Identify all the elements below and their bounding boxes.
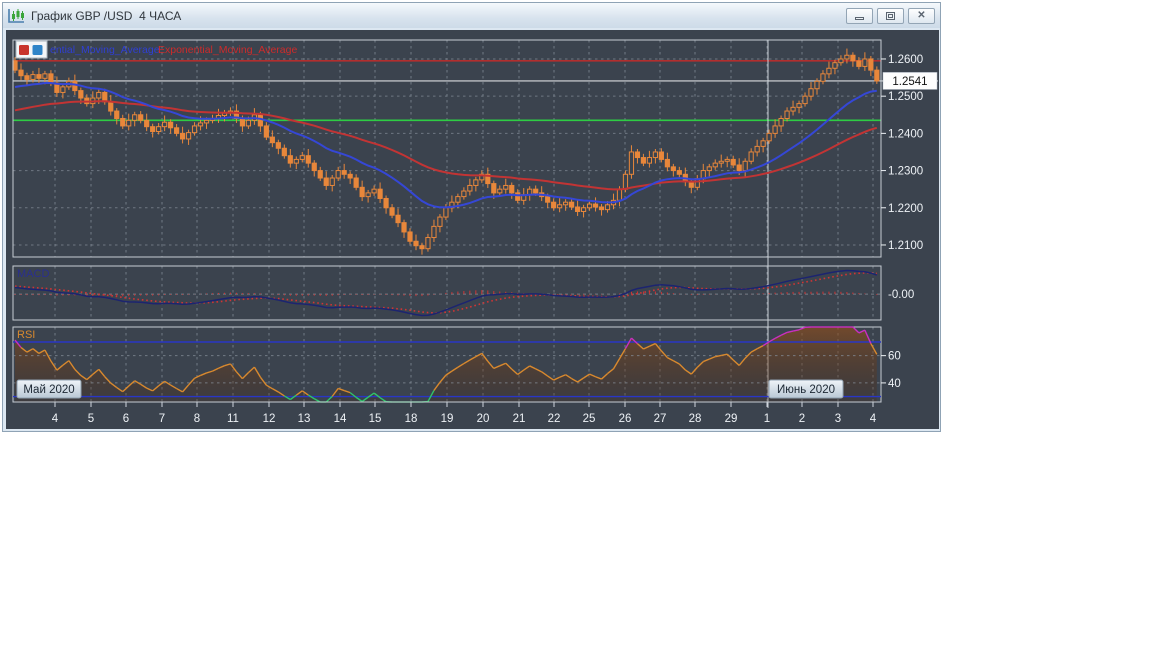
month-label-june: Июнь 2020 (768, 379, 844, 399)
date-label: 5 (88, 413, 94, 425)
price-tick-label: 1.2500 (888, 91, 923, 103)
chart-canvas[interactable]: 1.2600 1.2500 1.2400 1.2300 1.2200 1.2100 1.25… (6, 30, 939, 429)
date-label: 8 (194, 413, 200, 425)
date-label: 7 (159, 413, 165, 425)
date-label: 15 (369, 413, 382, 425)
price-tick-label: 1.2200 (888, 203, 923, 215)
date-label: 19 (441, 413, 454, 425)
legend-chip-blue[interactable] (32, 45, 43, 55)
ema-slow-line (14, 100, 878, 191)
rsi-tick-label: 60 (888, 351, 901, 363)
legend: ential_Moving_AverageExponential_Moving_… (15, 40, 297, 59)
desktop: { "window": { "title": "График GBP /USD … (0, 0, 1152, 648)
restore-icon (886, 11, 895, 20)
rsi-area-fill (15, 327, 877, 402)
candlestick-chart-icon (8, 8, 24, 23)
date-label: 27 (654, 413, 667, 425)
title-bar[interactable]: График GBP /USD 4 ЧАСА ✕ (3, 3, 940, 28)
date-label: 6 (123, 413, 129, 425)
legend-chip-red[interactable] (19, 45, 29, 55)
month-label-may: Май 2020 (16, 379, 82, 399)
window-title: График GBP /USD 4 ЧАСА (31, 8, 182, 23)
date-label: 29 (725, 413, 738, 425)
price-axis: 1.2600 1.2500 1.2400 1.2300 1.2200 1.2100 1.25… (881, 54, 938, 390)
date-label: 14 (334, 413, 347, 425)
macd-label: MACD (17, 268, 49, 280)
candlestick-series (12, 48, 880, 255)
date-label: 22 (548, 413, 561, 425)
date-label: 25 (583, 413, 596, 425)
date-label: 20 (477, 413, 490, 425)
restore-button[interactable] (877, 7, 904, 24)
date-label: 26 (619, 413, 632, 425)
svg-text:Май 2020: Май 2020 (23, 384, 74, 396)
price-tick-label: 1.2100 (888, 240, 923, 252)
close-icon: ✕ (917, 9, 926, 21)
minimize-button[interactable] (846, 7, 873, 24)
date-label: 11 (227, 413, 239, 425)
legend-slow-label: Exponential_Moving_Average (158, 44, 297, 56)
date-label: 28 (689, 413, 702, 425)
date-label: 4 (52, 413, 59, 425)
current-price-text: 1.2541 (892, 76, 927, 88)
price-tick-label: 1.2300 (888, 166, 923, 178)
close-button[interactable]: ✕ (908, 7, 935, 24)
minimize-icon (855, 17, 864, 20)
date-label: 21 (513, 413, 526, 425)
price-tick-label: 1.2400 (888, 128, 923, 140)
gridlines (13, 40, 881, 402)
chart-window: График GBP /USD 4 ЧАСА ✕ 1.2600 1.2500 1.2… (2, 2, 941, 432)
time-axis: 4 5 6 7 8 11 12 13 14 15 18 19 20 21 22 25 26 27 28 29 1 2 3 4 (13, 401, 881, 425)
legend-fast-label: ential_Moving_Average (50, 44, 160, 56)
rsi-label: RSI (17, 329, 35, 341)
date-label: 2 (799, 413, 805, 425)
date-label: 13 (298, 413, 311, 425)
date-label: 18 (405, 413, 418, 425)
date-label: 3 (835, 413, 841, 425)
svg-text:Июнь 2020: Июнь 2020 (777, 384, 835, 396)
date-label: 12 (263, 413, 276, 425)
macd-zero-label: -0.00 (888, 289, 914, 301)
rsi-tick-label: 40 (888, 378, 901, 390)
chart-client-area[interactable]: 1.2600 1.2500 1.2400 1.2300 1.2200 1.2100 1.25… (6, 30, 939, 429)
ema-fast-line (14, 82, 877, 209)
price-tick-label: 1.2600 (888, 54, 923, 66)
date-label: 4 (870, 413, 877, 425)
date-label: 1 (764, 413, 770, 425)
